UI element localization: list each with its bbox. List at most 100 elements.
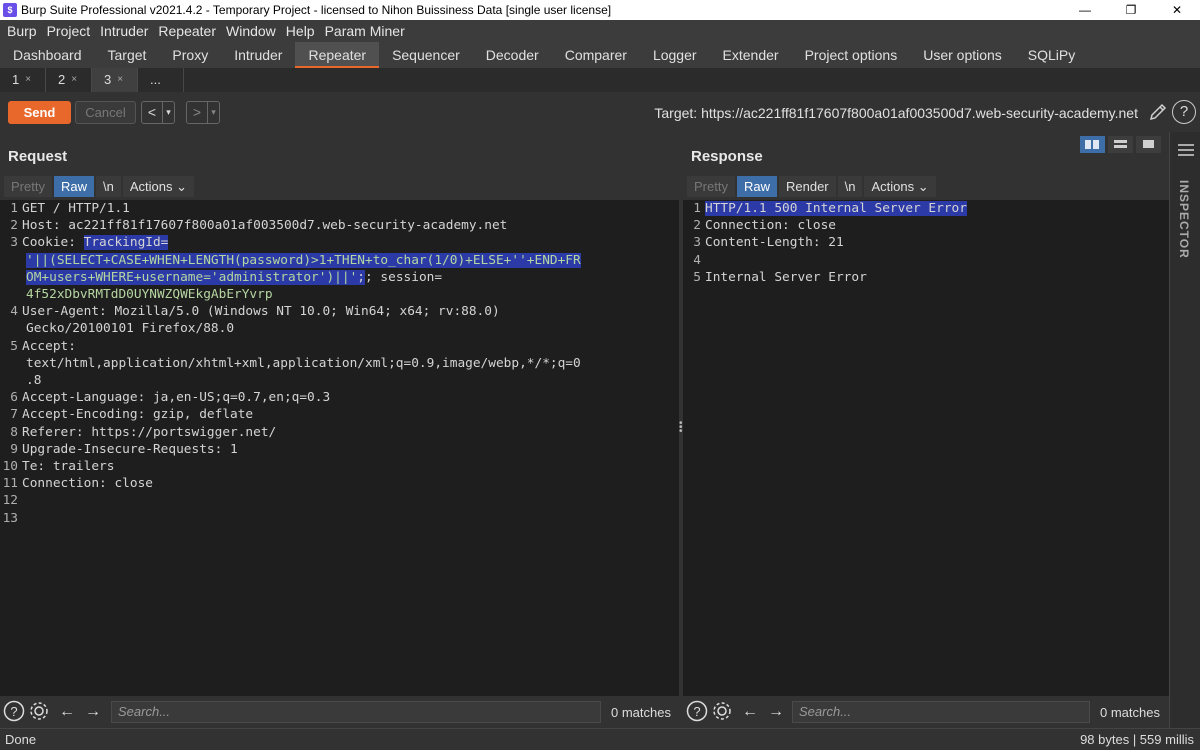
close-window-button[interactable]: ✕ bbox=[1154, 0, 1200, 20]
line-number: 4 bbox=[10, 304, 18, 320]
tab-user-options[interactable]: User options bbox=[910, 42, 1015, 68]
back-arrow-icon[interactable]: < bbox=[142, 102, 162, 123]
menu-burp[interactable]: Burp bbox=[2, 23, 42, 39]
code-line-continuation: Gecko/20100101 Firefox/88.0 bbox=[26, 321, 235, 337]
request-raw-tab[interactable]: Raw bbox=[53, 176, 94, 197]
code-line-continuation: '||(SELECT+CASE+WHEN+LENGTH(password)>1+… bbox=[0, 252, 679, 269]
code-line: 1 HTTP/1.1 500 Internal Server Error bbox=[683, 200, 1169, 217]
response-actions-menu[interactable]: Actions ⌄ bbox=[864, 176, 936, 197]
line-number: 3 bbox=[693, 235, 701, 251]
close-icon[interactable]: × bbox=[71, 68, 77, 92]
menu-param-miner[interactable]: Param Miner bbox=[320, 23, 410, 39]
sql-payload-part-1: '||(SELECT+CASE+WHEN+LENGTH(password)>1+… bbox=[26, 252, 581, 268]
request-editor[interactable]: 1 GET / HTTP/1.1 2 Host: ac221ff81f17607f8… bbox=[0, 200, 679, 696]
tab-target[interactable]: Target bbox=[95, 42, 160, 68]
code-line-continuation: .8 bbox=[26, 373, 42, 389]
gear-icon[interactable] bbox=[710, 700, 734, 724]
tab-decoder[interactable]: Decoder bbox=[473, 42, 552, 68]
request-actions-menu[interactable]: Actions ⌄ bbox=[122, 176, 194, 197]
line-text: Content-Length: 21 bbox=[705, 235, 844, 251]
menu-repeater[interactable]: Repeater bbox=[153, 23, 221, 39]
previous-match-arrow-icon[interactable]: ← bbox=[55, 700, 79, 724]
menu-project[interactable]: Project bbox=[42, 23, 96, 39]
help-icon[interactable]: ? bbox=[1172, 100, 1196, 124]
response-search-input[interactable]: Search... bbox=[792, 701, 1090, 723]
code-line: 4 User-Agent: Mozilla/5.0 (Windows NT 10.… bbox=[0, 303, 679, 320]
line-text: Host: ac221ff81f17607f800a01af003500d7.w… bbox=[22, 218, 508, 234]
close-icon[interactable]: × bbox=[117, 68, 123, 92]
response-match-count: 0 matches bbox=[1100, 705, 1160, 720]
tab-logger[interactable]: Logger bbox=[640, 42, 710, 68]
subtab-new[interactable]: ... bbox=[138, 68, 184, 92]
help-icon[interactable]: ? bbox=[685, 700, 709, 724]
tab-sqlipy[interactable]: SQLiPy bbox=[1015, 42, 1088, 68]
menu-window[interactable]: Window bbox=[221, 23, 281, 39]
code-line: 1 GET / HTTP/1.1 bbox=[0, 200, 679, 217]
tab-repeater[interactable]: Repeater bbox=[295, 42, 380, 68]
menu-intruder[interactable]: Intruder bbox=[95, 23, 153, 39]
response-newline-toggle[interactable]: \n bbox=[837, 176, 863, 197]
line-text: Connection: close bbox=[705, 218, 836, 234]
response-pretty-tab[interactable]: Pretty bbox=[687, 176, 735, 197]
next-match-arrow-icon[interactable]: → bbox=[764, 700, 788, 724]
tab-dashboard[interactable]: Dashboard bbox=[0, 42, 95, 68]
line-number: 1 bbox=[10, 201, 18, 216]
response-render-tab[interactable]: Render bbox=[778, 176, 836, 197]
hamburger-menu-icon[interactable] bbox=[1178, 144, 1194, 159]
send-button[interactable]: Send bbox=[8, 101, 71, 124]
layout-toggle-group bbox=[1080, 136, 1161, 153]
gear-icon[interactable] bbox=[27, 700, 51, 724]
next-match-arrow-icon[interactable]: → bbox=[81, 700, 105, 724]
line-text: Te: trailers bbox=[22, 459, 115, 475]
side-by-side-layout-icon[interactable] bbox=[1080, 136, 1105, 153]
cancel-button[interactable]: Cancel bbox=[75, 101, 136, 124]
close-icon[interactable]: × bbox=[25, 68, 31, 92]
code-line: 5 Internal Server Error bbox=[683, 269, 1169, 286]
tabbed-layout-icon[interactable] bbox=[1136, 136, 1161, 153]
subtab-3[interactable]: 3 × bbox=[92, 68, 138, 92]
window-title: Burp Suite Professional v2021.4.2 - Temp… bbox=[21, 3, 612, 17]
subtab-1[interactable]: 1 × bbox=[0, 68, 46, 92]
help-icon[interactable]: ? bbox=[2, 700, 26, 724]
tab-proxy[interactable]: Proxy bbox=[159, 42, 221, 68]
inspector-panel[interactable]: INSPECTOR bbox=[1169, 132, 1200, 728]
code-line: 8 Referer: https://portswigger.net/ bbox=[0, 424, 679, 441]
response-search-bar: ? ← → Search... 0 matches bbox=[683, 697, 1169, 727]
response-editor[interactable]: 1 HTTP/1.1 500 Internal Server Error 2 Con… bbox=[683, 200, 1169, 696]
line-text: HTTP/1.1 500 Internal Server Error bbox=[705, 200, 1169, 217]
drag-handle-icon[interactable]: • • • bbox=[679, 419, 683, 437]
back-dropdown-icon[interactable]: ▾ bbox=[162, 102, 174, 123]
code-line: 9 Upgrade-Insecure-Requests: 1 bbox=[0, 441, 679, 458]
request-search-input[interactable]: Search... bbox=[111, 701, 601, 723]
request-pretty-tab[interactable]: Pretty bbox=[4, 176, 52, 197]
tab-comparer[interactable]: Comparer bbox=[552, 42, 640, 68]
line-text: Accept: bbox=[22, 338, 76, 354]
request-match-count: 0 matches bbox=[611, 705, 671, 720]
forward-arrow-icon[interactable]: > bbox=[187, 102, 207, 123]
request-view-bar: Pretty Raw \n Actions ⌄ bbox=[4, 176, 194, 197]
line-number: 9 bbox=[10, 441, 18, 457]
tab-sequencer[interactable]: Sequencer bbox=[379, 42, 473, 68]
cookie-header-name: Cookie: bbox=[22, 235, 84, 251]
tab-project-options[interactable]: Project options bbox=[792, 42, 911, 68]
minimize-button[interactable]: — bbox=[1062, 0, 1108, 20]
subtab-2[interactable]: 2 × bbox=[46, 68, 92, 92]
stacked-layout-icon[interactable] bbox=[1108, 136, 1133, 153]
tab-intruder[interactable]: Intruder bbox=[221, 42, 295, 68]
inspector-label[interactable]: INSPECTOR bbox=[1177, 180, 1191, 259]
menu-bar: Burp Project Intruder Repeater Window He… bbox=[0, 20, 1200, 42]
status-line: HTTP/1.1 500 Internal Server Error bbox=[705, 201, 967, 216]
line-number: 2 bbox=[10, 218, 18, 234]
response-raw-tab[interactable]: Raw bbox=[736, 176, 777, 197]
menu-help[interactable]: Help bbox=[281, 23, 320, 39]
window-controls: — ❐ ✕ bbox=[1062, 0, 1200, 20]
forward-dropdown-icon[interactable]: ▾ bbox=[207, 102, 219, 123]
restore-button[interactable]: ❐ bbox=[1108, 0, 1154, 20]
response-view-bar: Pretty Raw Render \n Actions ⌄ bbox=[687, 176, 936, 197]
pencil-icon[interactable] bbox=[1148, 102, 1168, 122]
subtab-label: 3 bbox=[104, 72, 112, 87]
line-number: 6 bbox=[10, 390, 18, 406]
previous-match-arrow-icon[interactable]: ← bbox=[738, 700, 762, 724]
tab-extender[interactable]: Extender bbox=[710, 42, 792, 68]
request-newline-toggle[interactable]: \n bbox=[95, 176, 121, 197]
